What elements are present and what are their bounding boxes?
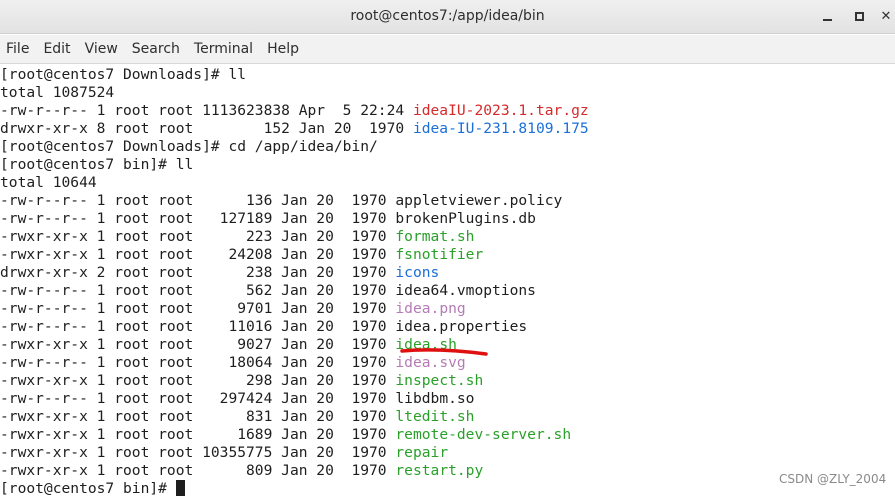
file-listing-line: -rwxr-xr-x 1 root root 9027 Jan 20 1970 … bbox=[0, 336, 457, 354]
line-text: -rw-r--r-- 1 root root 11016 Jan 20 1970 bbox=[0, 318, 396, 335]
file-name: fsnotifier bbox=[395, 246, 484, 263]
file-listing-line: -rw-r--r-- 1 root root 297424 Jan 20 197… bbox=[0, 390, 474, 408]
file-name: repair bbox=[395, 444, 449, 461]
maximize-icon[interactable] bbox=[849, 6, 869, 26]
file-listing-line: -rw-r--r-- 1 root root 127189 Jan 20 197… bbox=[0, 210, 536, 228]
menu-bar: File Edit View Search Terminal Help bbox=[0, 35, 895, 64]
watermark: CSDN @ZLY_2004 bbox=[779, 472, 887, 486]
file-listing-line: -rw-r--r-- 1 root root 11016 Jan 20 1970… bbox=[0, 318, 527, 336]
close-icon[interactable]: ✕ bbox=[876, 6, 895, 26]
file-listing-line: drwxr-xr-x 2 root root 238 Jan 20 1970 i… bbox=[0, 264, 439, 282]
line-text: drwxr-xr-x 8 root root 152 Jan 20 1970 bbox=[0, 120, 413, 137]
line-text: -rw-r--r-- 1 root root 18064 Jan 20 1970 bbox=[0, 354, 396, 371]
file-name: restart.py bbox=[395, 462, 484, 479]
line-text: -rwxr-xr-x 1 root root 1689 Jan 20 1970 bbox=[0, 426, 396, 443]
file-listing-line: -rwxr-xr-x 1 root root 809 Jan 20 1970 r… bbox=[0, 462, 483, 480]
file-listing-line: -rw-r--r-- 1 root root 1113623838 Apr 5 … bbox=[0, 102, 589, 120]
file-listing-line: -rw-r--r-- 1 root root 9701 Jan 20 1970 … bbox=[0, 300, 466, 318]
file-name: format.sh bbox=[395, 228, 475, 245]
file-listing-line: -rwxr-xr-x 1 root root 298 Jan 20 1970 i… bbox=[0, 372, 483, 390]
line-text: drwxr-xr-x 2 root root 238 Jan 20 1970 bbox=[0, 264, 396, 281]
line-text: [root@centos7 bin]# bbox=[0, 480, 176, 497]
file-listing-line: -rwxr-xr-x 1 root root 10355775 Jan 20 1… bbox=[0, 444, 448, 462]
terminal-line: [root@centos7 Downloads]# cd /app/idea/b… bbox=[0, 138, 378, 156]
line-text: total 1087524 bbox=[0, 84, 115, 101]
terminal-line: [root@centos7 bin]# ll bbox=[0, 156, 193, 174]
menu-file[interactable]: File bbox=[6, 41, 29, 57]
file-listing-line: -rwxr-xr-x 1 root root 24208 Jan 20 1970… bbox=[0, 246, 483, 264]
line-text: -rwxr-xr-x 1 root root 831 Jan 20 1970 bbox=[0, 408, 396, 425]
line-text: -rwxr-xr-x 1 root root 809 Jan 20 1970 bbox=[0, 462, 396, 479]
terminal-line: [root@centos7 bin]# bbox=[0, 480, 185, 497]
file-name: idea.svg bbox=[395, 354, 466, 371]
line-text: -rwxr-xr-x 1 root root 9027 Jan 20 1970 bbox=[0, 336, 396, 353]
file-name: idea.properties bbox=[395, 318, 528, 335]
menu-terminal[interactable]: Terminal bbox=[194, 41, 253, 57]
menu-help[interactable]: Help bbox=[267, 41, 299, 57]
window-titlebar[interactable]: root@centos7:/app/idea/bin ✕ bbox=[0, 0, 895, 34]
terminal-line: total 10644 bbox=[0, 174, 97, 192]
file-name: ltedit.sh bbox=[395, 408, 475, 425]
file-name: appletviewer.policy bbox=[395, 192, 563, 209]
line-text: -rwxr-xr-x 1 root root 10355775 Jan 20 1… bbox=[0, 444, 396, 461]
file-name: brokenPlugins.db bbox=[395, 210, 536, 227]
file-listing-line: -rw-r--r-- 1 root root 562 Jan 20 1970 i… bbox=[0, 282, 536, 300]
line-text: -rw-r--r-- 1 root root 562 Jan 20 1970 bbox=[0, 282, 396, 299]
line-text: -rwxr-xr-x 1 root root 298 Jan 20 1970 bbox=[0, 372, 396, 389]
line-text: [root@centos7 Downloads]# cd /app/idea/b… bbox=[0, 138, 378, 155]
file-name: libdbm.so bbox=[395, 390, 475, 407]
file-name: idea.sh bbox=[395, 336, 457, 353]
text-cursor bbox=[175, 480, 185, 496]
line-text: -rwxr-xr-x 1 root root 223 Jan 20 1970 bbox=[0, 228, 396, 245]
file-name: idea.png bbox=[395, 300, 466, 317]
line-text: total 10644 bbox=[0, 174, 97, 191]
window-title: root@centos7:/app/idea/bin bbox=[350, 8, 545, 24]
menu-search[interactable]: Search bbox=[132, 41, 180, 57]
line-text: -rw-r--r-- 1 root root 297424 Jan 20 197… bbox=[0, 390, 396, 407]
file-listing-line: -rw-r--r-- 1 root root 136 Jan 20 1970 a… bbox=[0, 192, 562, 210]
line-text: -rw-r--r-- 1 root root 1113623838 Apr 5 … bbox=[0, 102, 413, 119]
file-listing-line: -rw-r--r-- 1 root root 18064 Jan 20 1970… bbox=[0, 354, 466, 372]
menu-edit[interactable]: Edit bbox=[43, 41, 70, 57]
terminal-line: total 1087524 bbox=[0, 84, 114, 102]
file-name: remote-dev-server.sh bbox=[395, 426, 572, 443]
file-name: ideaIU-2023.1.tar.gz bbox=[412, 102, 589, 119]
line-text: -rw-r--r-- 1 root root 127189 Jan 20 197… bbox=[0, 210, 396, 227]
minimize-icon[interactable] bbox=[817, 6, 837, 26]
line-text: -rw-r--r-- 1 root root 9701 Jan 20 1970 bbox=[0, 300, 396, 317]
menu-view[interactable]: View bbox=[85, 41, 118, 57]
file-name: icons bbox=[395, 264, 440, 281]
file-listing-line: -rwxr-xr-x 1 root root 1689 Jan 20 1970 … bbox=[0, 426, 571, 444]
line-text: -rwxr-xr-x 1 root root 24208 Jan 20 1970 bbox=[0, 246, 396, 263]
file-name: inspect.sh bbox=[395, 372, 484, 389]
line-text: [root@centos7 Downloads]# ll bbox=[0, 66, 247, 83]
line-text: -rw-r--r-- 1 root root 136 Jan 20 1970 bbox=[0, 192, 396, 209]
file-name: idea64.vmoptions bbox=[395, 282, 536, 299]
file-listing-line: -rwxr-xr-x 1 root root 223 Jan 20 1970 f… bbox=[0, 228, 474, 246]
terminal-output[interactable]: [root@centos7 Downloads]# ll total 108752… bbox=[0, 65, 895, 497]
file-listing-line: -rwxr-xr-x 1 root root 831 Jan 20 1970 l… bbox=[0, 408, 474, 426]
file-listing-line: drwxr-xr-x 8 root root 152 Jan 20 1970 i… bbox=[0, 120, 589, 138]
line-text: [root@centos7 bin]# ll bbox=[0, 156, 194, 173]
terminal-line: [root@centos7 Downloads]# ll bbox=[0, 66, 246, 84]
file-name: idea-IU-231.8109.175 bbox=[412, 120, 589, 137]
